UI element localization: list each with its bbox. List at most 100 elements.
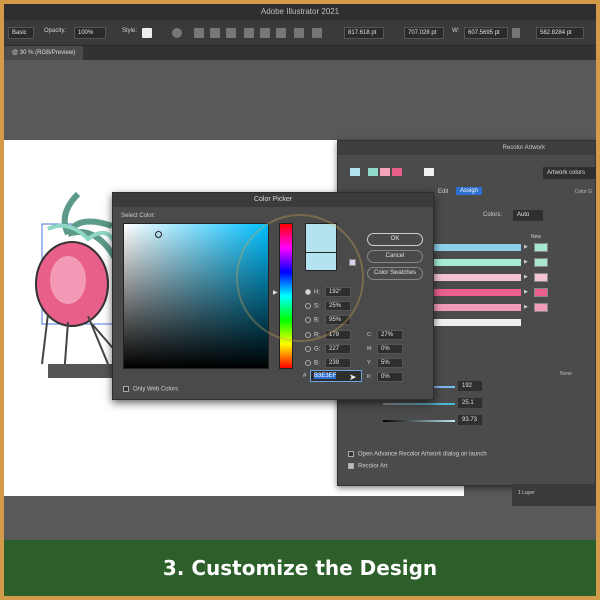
w-field[interactable]: 607.5695 pt xyxy=(464,27,508,39)
hex-label: # xyxy=(303,373,307,379)
brush-dropdown[interactable]: Basic xyxy=(8,27,34,39)
brightness-slider[interactable] xyxy=(383,420,455,422)
caption-banner: 3. Customize the Design xyxy=(4,540,596,596)
open-advance-checkbox-row[interactable]: Open Advance Recolor Artwork dialog on l… xyxy=(348,451,487,458)
new-color-swatch[interactable] xyxy=(534,243,548,252)
only-web-colors-row[interactable]: Only Web Colors xyxy=(123,386,178,393)
y-label: Y: xyxy=(367,360,372,366)
c-label: C: xyxy=(367,332,372,338)
style-swatch-icon[interactable] xyxy=(142,28,152,38)
recolor-art-checkbox-row[interactable]: Recolor Art xyxy=(348,463,388,470)
recolor-art-label: Recolor Art xyxy=(358,463,388,470)
new-column-label: New xyxy=(531,234,542,240)
mouse-cursor-icon: ➤ xyxy=(349,372,357,382)
arrow-right-icon: ▶ xyxy=(524,259,528,265)
opacity-label: Opacity: xyxy=(44,28,67,34)
blue-field[interactable]: 239 xyxy=(325,358,351,368)
new-color-swatch[interactable] xyxy=(534,273,548,282)
recolor-art-checkbox[interactable] xyxy=(348,463,354,469)
arrow-right-icon: ▶ xyxy=(524,244,528,250)
g-radio[interactable] xyxy=(305,346,311,352)
new-color-swatch[interactable] xyxy=(534,288,548,297)
layers-panel-strip: 1 Layer xyxy=(512,484,596,506)
arrow-right-icon: ▶ xyxy=(524,289,528,295)
recolor-wheel-icon[interactable] xyxy=(172,28,182,38)
open-advance-checkbox[interactable] xyxy=(348,451,354,457)
brightness-value-field[interactable]: 93.73 xyxy=(458,415,482,425)
open-advance-label: Open Advance Recolor Artwork dialog on l… xyxy=(358,451,487,458)
align-right-icon[interactable] xyxy=(226,28,236,38)
app-title: Adobe Illustrator 2021 xyxy=(260,7,340,16)
transform-icon[interactable] xyxy=(312,28,322,38)
group-swatch[interactable] xyxy=(350,168,360,176)
document-tab-bar: @ 30 % (RGB/Preview) xyxy=(4,46,596,60)
color-group-label: Color G xyxy=(574,189,592,195)
current-color-bar[interactable] xyxy=(433,259,521,266)
new-color-swatch[interactable] xyxy=(534,258,548,267)
align-bottom-icon[interactable] xyxy=(276,28,286,38)
cancel-button[interactable]: Cancel xyxy=(367,250,423,263)
colors-stepper[interactable]: Auto xyxy=(513,210,543,221)
illustrator-window: Adobe Illustrator 2021 Basic Opacity: 10… xyxy=(4,4,596,540)
tab-assign[interactable]: Assign xyxy=(456,187,483,195)
colors-label: Colors: xyxy=(483,212,503,218)
current-color-bar[interactable] xyxy=(433,289,521,296)
color-swatches-button[interactable]: Color Swatches xyxy=(367,267,423,280)
g-field[interactable]: 227 xyxy=(325,344,351,354)
align-center-icon[interactable] xyxy=(210,28,220,38)
blue-label: B: xyxy=(314,360,320,367)
align-top-icon[interactable] xyxy=(244,28,254,38)
none-label: None xyxy=(560,371,572,377)
m-field[interactable]: 0% xyxy=(377,344,403,354)
ok-button[interactable]: OK xyxy=(367,233,423,246)
app-title-bar: Adobe Illustrator 2021 xyxy=(4,4,596,20)
artwork-colors-dropdown[interactable]: Artwork colors xyxy=(543,167,596,179)
group-swatch[interactable] xyxy=(392,168,402,176)
color-field-handle[interactable] xyxy=(155,231,162,238)
group-swatch[interactable] xyxy=(380,168,390,176)
watermark-seal xyxy=(236,214,364,342)
hex-value: B3E3EF xyxy=(314,373,337,379)
m-label: M: xyxy=(367,346,373,352)
blue-row[interactable]: B: xyxy=(305,360,320,367)
recolor-panel-title: Recolor Artwork xyxy=(338,141,595,155)
chair-illustration[interactable] xyxy=(8,154,128,414)
select-color-label: Select Color: xyxy=(121,213,156,219)
saturation-slider[interactable] xyxy=(383,403,455,405)
saturation-value-field[interactable]: 25.1 xyxy=(458,398,482,408)
blue-radio[interactable] xyxy=(305,360,311,366)
current-color-bar[interactable] xyxy=(433,244,521,251)
current-color-bar[interactable] xyxy=(433,274,521,281)
y-field[interactable]: 5% xyxy=(377,358,403,368)
control-bar: Basic Opacity: 100% Style: 817.618 pt 70… xyxy=(4,20,596,46)
k-field[interactable]: 0% xyxy=(377,372,403,382)
align-left-icon[interactable] xyxy=(194,28,204,38)
caption-text: 3. Customize the Design xyxy=(162,556,438,580)
tab-edit[interactable]: Edit xyxy=(438,189,448,195)
align-middle-icon[interactable] xyxy=(260,28,270,38)
arrow-right-icon: ▶ xyxy=(524,274,528,280)
chair-highlight xyxy=(50,256,86,304)
y-field[interactable]: 707.028 pt xyxy=(404,27,444,39)
x-field[interactable]: 817.618 pt xyxy=(344,27,384,39)
style-label: Style: xyxy=(122,28,138,34)
group-swatch[interactable] xyxy=(368,168,378,176)
arrow-right-icon: ▶ xyxy=(524,304,528,310)
h-field[interactable]: 582.8284 pt xyxy=(536,27,584,39)
group-swatch[interactable] xyxy=(424,168,434,176)
current-color-bar[interactable] xyxy=(433,304,521,311)
g-label: G: xyxy=(314,346,321,353)
image-frame: Adobe Illustrator 2021 Basic Opacity: 10… xyxy=(0,0,600,600)
opacity-field[interactable]: 100% xyxy=(74,27,106,39)
constrain-link-icon[interactable] xyxy=(512,28,520,38)
distribute-icon[interactable] xyxy=(294,28,304,38)
layers-count: 1 Layer xyxy=(518,490,535,496)
hue-value-field[interactable]: 192 xyxy=(458,381,482,391)
g-row[interactable]: G: xyxy=(305,346,320,353)
color-picker-title: Color Picker xyxy=(113,193,433,207)
only-web-colors-checkbox[interactable] xyxy=(123,386,129,392)
current-color-bar[interactable] xyxy=(433,319,521,326)
new-color-swatch[interactable] xyxy=(534,303,548,312)
c-field[interactable]: 27% xyxy=(377,330,403,340)
document-tab[interactable]: @ 30 % (RGB/Preview) xyxy=(4,46,84,60)
